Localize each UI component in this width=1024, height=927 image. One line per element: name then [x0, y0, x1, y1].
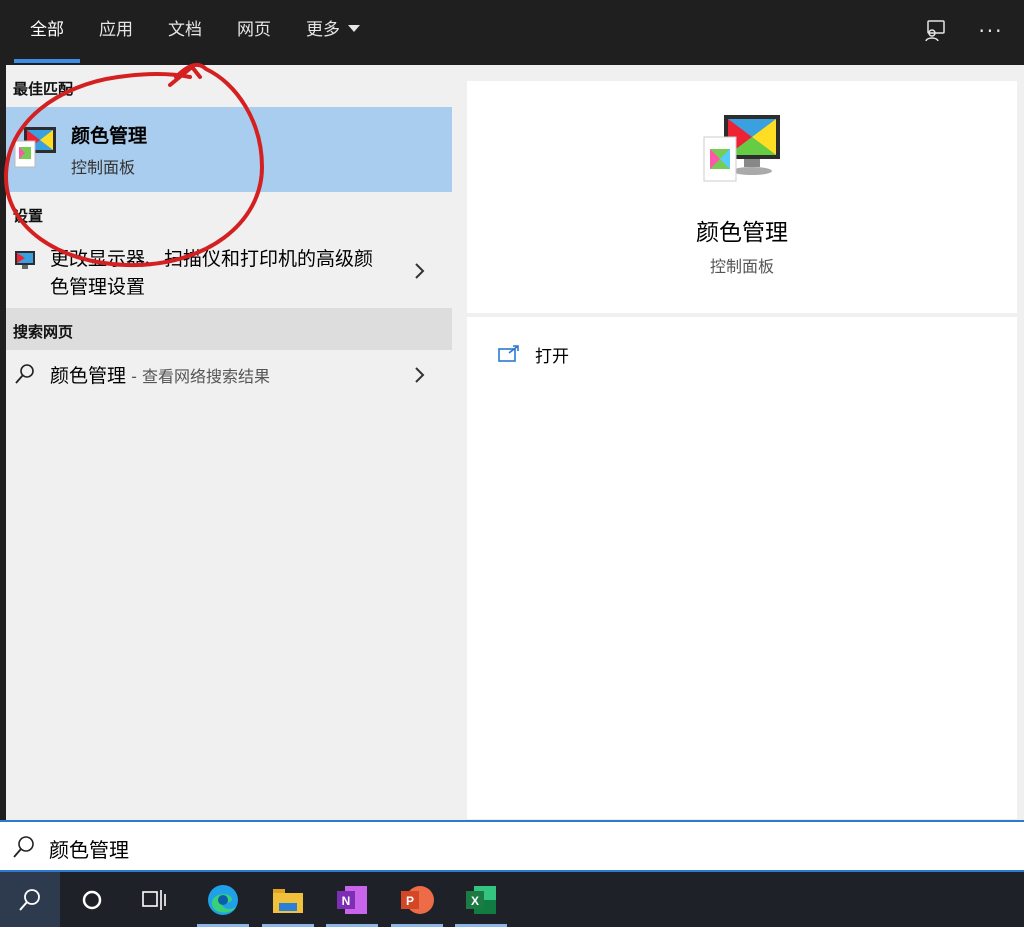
feedback-icon[interactable]: [918, 14, 952, 48]
best-match-item[interactable]: [6, 107, 452, 192]
section-settings: 设置: [13, 207, 44, 225]
open-label: 打开: [535, 346, 569, 367]
detail-card: 颜色管理 控制面板: [467, 81, 1017, 313]
web-search-query: 颜色管理: [50, 365, 127, 387]
best-match-name: 颜色管理: [71, 125, 148, 147]
active-tab-indicator: [14, 59, 80, 63]
search-icon: [15, 364, 34, 384]
color-management-icon: [702, 113, 782, 187]
taskbar-app-file-explorer[interactable]: [262, 872, 314, 927]
section-web-search: 搜索网页: [13, 323, 74, 341]
settings-item-text: 更改显示器、扫描仪和打印机的高级颜色管理设置: [50, 248, 374, 298]
search-box[interactable]: 颜色管理: [0, 820, 1024, 872]
taskbar-app-excel[interactable]: X: [455, 872, 507, 927]
task-view-button[interactable]: [126, 872, 182, 927]
actions-card: 打开: [467, 317, 1017, 819]
taskbar-app-onenote[interactable]: N: [326, 872, 378, 927]
detail-title: 颜色管理: [696, 220, 788, 246]
more-options-glyph: ···: [978, 19, 1004, 43]
tab-more[interactable]: 更多: [306, 0, 360, 62]
powerpoint-icon: P: [401, 885, 434, 914]
search-icon: [19, 888, 40, 911]
web-search-suffix: - 查看网络搜索结果: [126, 367, 270, 386]
search-input[interactable]: 颜色管理: [49, 834, 129, 863]
onenote-letter: N: [342, 894, 351, 908]
excel-letter: X: [471, 894, 479, 908]
edge-icon: [208, 884, 238, 915]
more-options-icon[interactable]: ···: [974, 14, 1008, 48]
color-management-icon: [14, 125, 58, 173]
powerpoint-letter: P: [406, 894, 414, 908]
onenote-icon: N: [337, 885, 367, 914]
taskbar-app-edge[interactable]: [197, 872, 249, 927]
file-explorer-icon: [273, 888, 303, 913]
search-tab-bar: 全部 应用 文档 网页 更多 ···: [0, 0, 1024, 65]
open-external-icon: [498, 345, 519, 362]
chevron-down-icon: [348, 24, 360, 32]
task-view-icon: [142, 889, 166, 910]
tab-apps[interactable]: 应用: [99, 0, 133, 62]
results-list: 最佳匹配 颜色管理 控制面板 设置 更改显示器、扫描仪和打印机的高级颜色管理设置…: [6, 65, 452, 820]
taskbar: N P X: [0, 872, 1024, 927]
taskbar-search-button[interactable]: [0, 872, 60, 927]
tab-more-label: 更多: [306, 20, 340, 40]
excel-icon: X: [466, 885, 496, 914]
tab-all[interactable]: 全部: [30, 0, 64, 62]
section-best-match: 最佳匹配: [13, 80, 74, 98]
detail-subtitle: 控制面板: [709, 257, 774, 276]
best-match-subtitle: 控制面板: [71, 158, 136, 177]
cortana-circle-icon: [82, 890, 102, 909]
taskbar-app-powerpoint[interactable]: P: [391, 872, 443, 927]
monitor-settings-icon: [14, 250, 36, 274]
search-icon: [13, 836, 34, 858]
web-search-text: 颜色管理 - 查看网络搜索结果: [50, 361, 270, 388]
cortana-button[interactable]: [64, 872, 120, 927]
chevron-right-icon[interactable]: [413, 262, 425, 280]
tab-documents[interactable]: 文档: [168, 0, 202, 62]
chevron-right-icon[interactable]: [413, 366, 425, 384]
open-button[interactable]: 打开: [497, 339, 569, 369]
tab-web[interactable]: 网页: [237, 0, 271, 62]
